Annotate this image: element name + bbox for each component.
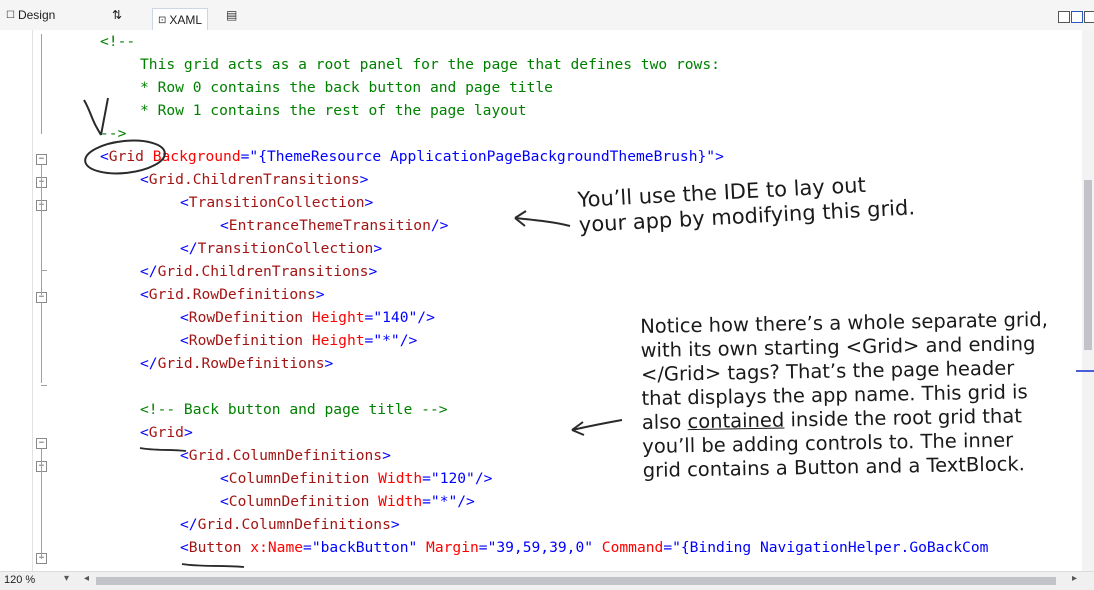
arrow-left-icon — [514, 217, 571, 227]
fold-end-tick — [41, 385, 47, 386]
arrow-head-stroke — [514, 210, 527, 227]
annotation-note-inner-grid: Notice how there’s a whole separate grid… — [640, 308, 1051, 483]
fold-guide — [41, 303, 42, 383]
code-line: <Grid.ChildrenTransitions> — [140, 171, 369, 188]
code-line: * Row 1 contains the rest of the page la… — [140, 99, 527, 122]
code-line: <!-- — [100, 30, 135, 53]
zoom-level[interactable]: 120 % — [4, 574, 35, 586]
code-line: * Row 0 contains the back button and pag… — [140, 76, 553, 99]
collapse-pane-button[interactable] — [1084, 11, 1094, 23]
horizontal-split-button[interactable] — [1071, 11, 1083, 23]
code-line: <Grid> — [140, 424, 193, 441]
comment-text: * Row 0 contains the back button and pag… — [140, 79, 553, 96]
fold-guide — [41, 34, 42, 134]
code-line: <EntranceThemeTransition/> — [220, 217, 449, 234]
code-line: </Grid.ChildrenTransitions> — [140, 263, 378, 280]
swap-panes-button[interactable]: ⇅ — [112, 6, 122, 24]
comment-text: This grid acts as a root panel for the p… — [140, 56, 720, 73]
underline-stroke — [181, 563, 245, 568]
code-line: <ColumnDefinition Width="120"/> — [220, 470, 493, 487]
gutter-margin — [32, 30, 33, 571]
comment-text: * Row 1 contains the rest of the page la… — [140, 102, 527, 119]
tab-design-label: Design — [17, 8, 56, 22]
code-line: <RowDefinition Height="*"/> — [180, 332, 418, 349]
code-line: <Grid Background="{ThemeResource Applica… — [100, 148, 724, 165]
tab-xaml[interactable]: ⊡ XAML — [152, 8, 209, 31]
fold-guide — [41, 449, 42, 559]
arrow-left-icon — [571, 419, 623, 431]
split-view-icon: ▤ — [226, 8, 238, 22]
design-icon: ☐ — [6, 9, 15, 21]
code-line: </Grid.ColumnDefinitions> — [180, 516, 400, 533]
code-line: </Grid.RowDefinitions> — [140, 355, 334, 372]
comment-text: --> — [100, 125, 127, 142]
scroll-caret-marker — [1076, 370, 1094, 372]
arrow-right-icon[interactable]: ▸ — [1072, 573, 1077, 584]
split-view-button[interactable]: ▤ — [226, 6, 237, 24]
comment-text: <!-- — [100, 33, 136, 50]
xaml-icon: ⊡ — [158, 14, 167, 26]
arrow-head-stroke — [571, 421, 585, 436]
vertical-scroll-thumb[interactable] — [1084, 180, 1092, 350]
fold-minus-icon[interactable]: − — [36, 154, 47, 165]
swap-panes-icon: ⇅ — [112, 8, 123, 22]
code-line: <Grid.ColumnDefinitions> — [180, 447, 391, 464]
fold-minus-icon[interactable]: − — [36, 438, 47, 449]
tab-design[interactable]: ☐ Design — [6, 6, 55, 24]
annotation-underlined-word: contained — [687, 408, 785, 434]
code-line: <RowDefinition Height="140"/> — [180, 309, 435, 326]
code-line: <ColumnDefinition Width="*"/> — [220, 493, 475, 510]
code-line: </TransitionCollection> — [180, 240, 383, 257]
arrow-down-icon — [83, 99, 102, 136]
horizontal-scroll-thumb[interactable] — [96, 577, 1056, 585]
tab-xaml-label: XAML — [169, 13, 203, 27]
annotation-word: also — [641, 410, 682, 434]
arrow-left-icon[interactable]: ◂ — [84, 573, 89, 584]
code-line: <TransitionCollection> — [180, 194, 374, 211]
code-line: This grid acts as a root panel for the p… — [140, 53, 720, 76]
code-line: --> — [100, 122, 126, 145]
code-line: <Button x:Name="backButton" Margin="39,5… — [180, 539, 989, 556]
vertical-scrollbar[interactable] — [1076, 30, 1094, 571]
xaml-code-editor[interactable]: − − − − − − − <!-- This grid acts as a r… — [0, 30, 1094, 571]
code-line: <Grid.RowDefinitions> — [140, 286, 325, 303]
fold-guide — [41, 165, 42, 295]
vertical-split-button[interactable] — [1058, 11, 1070, 23]
editor-status-bar: 120 % ▾ ◂ ▸ — [0, 571, 1094, 590]
comment-text: <!-- Back button and page title --> — [140, 401, 448, 418]
annotation-note-ide: You’ll use the IDE to lay out your app b… — [577, 170, 916, 238]
chevron-down-icon[interactable]: ▾ — [64, 573, 69, 584]
annotation-word: inside the root grid that — [790, 404, 1023, 432]
code-line: <!-- Back button and page title --> — [140, 398, 448, 421]
fold-end-tick — [41, 270, 47, 271]
designer-tab-bar: ☐ Design ⇅ ⊡ XAML ▤ — [0, 0, 1094, 31]
